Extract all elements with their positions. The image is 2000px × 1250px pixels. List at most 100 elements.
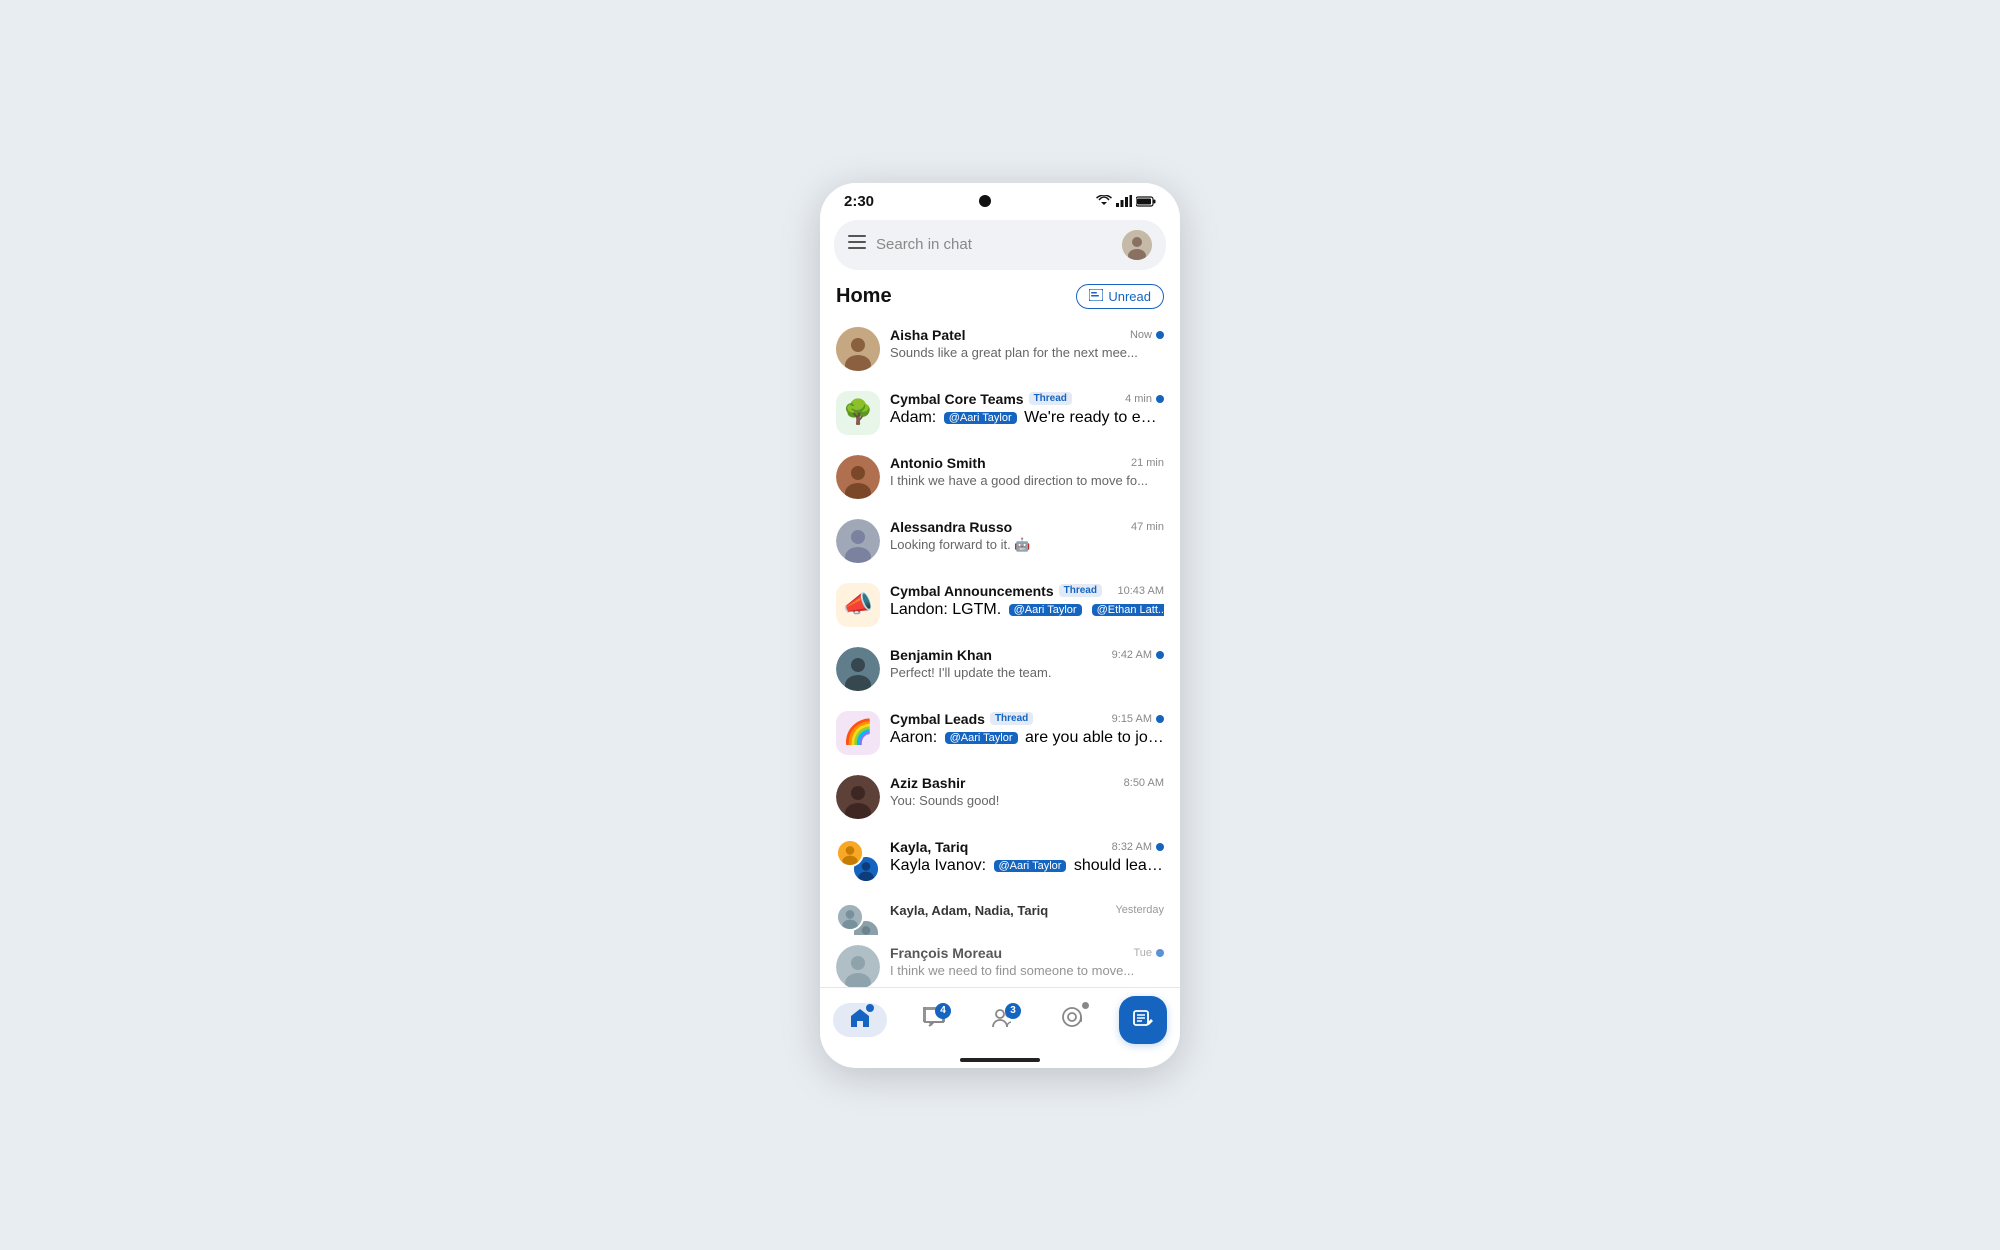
mention-badge (1082, 1002, 1089, 1009)
chat-time: 9:15 AM (1112, 713, 1164, 725)
preview-suffix: are you able to join... (1021, 729, 1164, 747)
chat-item-cymbal-leads[interactable]: 🌈 Cymbal Leads Thread 9:15 AM Aaron: @Aa… (820, 701, 1180, 765)
chat-content-aisha-patel: Aisha Patel Now Sounds like a great plan… (890, 327, 1164, 360)
time-label: 8:32 AM (1112, 841, 1152, 853)
chat-name: Cymbal Leads Thread (890, 711, 1033, 727)
chat-preview: Sounds like a great plan for the next me… (890, 345, 1164, 360)
chat-name: Alessandra Russo (890, 519, 1012, 535)
home-nav-icon (849, 1007, 871, 1033)
chat-name: Cymbal Announcements Thread (890, 583, 1102, 599)
user-avatar[interactable] (1122, 230, 1152, 260)
time-label: 4 min (1125, 393, 1152, 405)
preview-prefix: Adam: (890, 409, 941, 427)
unread-icon (1089, 289, 1103, 304)
chat-preview: Landon: LGTM. @Aari Taylor @Ethan Latt..… (890, 601, 1164, 619)
home-title: Home (836, 285, 892, 308)
chat-time: Now (1130, 329, 1164, 341)
signal-icon (1116, 195, 1132, 207)
preview-prefix: Aaron: (890, 729, 942, 747)
home-header: Home Unread (820, 278, 1180, 317)
hamburger-icon[interactable] (848, 235, 866, 254)
chat-content-cymbal-leads: Cymbal Leads Thread 9:15 AM Aaron: @Aari… (890, 711, 1164, 747)
chat-content-alessandra-russo: Alessandra Russo 47 min Looking forward … (890, 519, 1164, 553)
compose-fab[interactable] (1119, 996, 1167, 1044)
chat-item-aisha-patel[interactable]: Aisha Patel Now Sounds like a great plan… (820, 317, 1180, 381)
chat-badge: 4 (935, 1003, 951, 1019)
chat-preview: Kayla Ivanov: @Aari Taylor should lead..… (890, 857, 1164, 875)
unread-dot (1156, 715, 1164, 723)
chat-item-cymbal-core[interactable]: 🌳 Cymbal Core Teams Thread 4 min Adam: @… (820, 381, 1180, 445)
time-label: 8:50 AM (1124, 777, 1164, 789)
avatar-cymbal-leads: 🌈 (836, 711, 880, 755)
time-label: 9:42 AM (1112, 649, 1152, 661)
chat-nav-icon: 4 (923, 1007, 945, 1033)
unread-dot (1156, 651, 1164, 659)
nav-item-chat[interactable]: 4 (913, 1003, 955, 1037)
chat-content-kayla-tariq: Kayla, Tariq 8:32 AM Kayla Ivanov: @Aari… (890, 839, 1164, 875)
chat-time: 21 min (1131, 457, 1164, 469)
chat-content-cymbal-announcements: Cymbal Announcements Thread 10:43 AM Lan… (890, 583, 1164, 619)
chat-time: 47 min (1131, 521, 1164, 533)
chat-time: 9:42 AM (1112, 649, 1164, 661)
status-bar: 2:30 (820, 183, 1180, 216)
nav-item-mention[interactable] (1051, 1002, 1093, 1038)
chat-preview: I think we have a good direction to move… (890, 473, 1164, 488)
chat-time: 10:43 AM (1118, 585, 1164, 597)
chat-item-benjamin-khan[interactable]: Benjamin Khan 9:42 AM Perfect! I'll upda… (820, 637, 1180, 701)
avatar-alessandra-russo (836, 519, 880, 563)
chat-item-kayla-tariq[interactable]: Kayla, Tariq 8:32 AM Kayla Ivanov: @Aari… (820, 829, 1180, 893)
chat-content-benjamin-khan: Benjamin Khan 9:42 AM Perfect! I'll upda… (890, 647, 1164, 680)
battery-icon (1136, 196, 1156, 207)
mention-tag: @Aari Taylor (944, 412, 1017, 424)
nav-item-people[interactable]: 3 (981, 1003, 1025, 1037)
chat-preview: Perfect! I'll update the team. (890, 665, 1164, 680)
preview-prefix: Kayla Ivanov: (890, 857, 991, 875)
home-indicator (960, 1058, 1040, 1062)
avatar-aisha-patel (836, 327, 880, 371)
chat-content-group-partial: Kayla, Adam, Nadia, Tariq Yesterday (890, 903, 1164, 920)
chat-preview: Looking forward to it. 🤖 (890, 537, 1164, 553)
thread-badge: Thread (1029, 392, 1072, 405)
time-label: Yesterday (1115, 904, 1164, 916)
thread-badge: Thread (1059, 584, 1102, 597)
chat-name: Cymbal Core Teams Thread (890, 391, 1072, 407)
chat-time: 8:32 AM (1112, 841, 1164, 853)
chat-list: Aisha Patel Now Sounds like a great plan… (820, 317, 1180, 987)
time-label: 21 min (1131, 457, 1164, 469)
unread-button[interactable]: Unread (1076, 284, 1164, 309)
chat-item-aziz-bashir[interactable]: Aziz Bashir 8:50 AM You: Sounds good! (820, 765, 1180, 829)
search-bar[interactable]: Search in chat (834, 220, 1166, 270)
chat-item-antonio-smith[interactable]: Antonio Smith 21 min I think we have a g… (820, 445, 1180, 509)
mention-tag2: @Ethan Latt... (1092, 604, 1164, 616)
chat-item-group-partial[interactable]: Kayla, Adam, Nadia, Tariq Yesterday (820, 893, 1180, 935)
mention-tag: @Aari Taylor (945, 732, 1018, 744)
chat-preview: I think we need to find someone to move.… (890, 963, 1164, 978)
chat-content-aziz-bashir: Aziz Bashir 8:50 AM You: Sounds good! (890, 775, 1164, 808)
avatar-group-partial (836, 903, 880, 935)
status-icons (1096, 195, 1156, 207)
status-time: 2:30 (844, 193, 874, 210)
phone-frame: 2:30 (820, 183, 1180, 1068)
time-label: Tue (1133, 947, 1152, 959)
chat-item-cymbal-announcements[interactable]: 📣 Cymbal Announcements Thread 10:43 AM L… (820, 573, 1180, 637)
chat-name: Aziz Bashir (890, 775, 965, 791)
avatar-kayla-tariq (836, 839, 880, 883)
mention-nav-icon (1061, 1006, 1083, 1034)
avatar-benjamin-khan (836, 647, 880, 691)
preview-prefix: Landon: LGTM. (890, 601, 1006, 619)
unread-label: Unread (1108, 289, 1151, 304)
chat-content-antonio-smith: Antonio Smith 21 min I think we have a g… (890, 455, 1164, 488)
nav-item-home[interactable] (833, 1003, 887, 1037)
thread-badge: Thread (990, 712, 1033, 725)
camera-notch (979, 195, 991, 207)
chat-time: 8:50 AM (1124, 777, 1164, 789)
time-label: 10:43 AM (1118, 585, 1164, 597)
avatar-antonio-smith (836, 455, 880, 499)
chat-item-alessandra-russo[interactable]: Alessandra Russo 47 min Looking forward … (820, 509, 1180, 573)
mention-tag: @Aari Taylor (994, 860, 1067, 872)
search-placeholder[interactable]: Search in chat (876, 236, 1112, 253)
chat-item-francois-moreau[interactable]: François Moreau Tue I think we need to f… (820, 935, 1180, 987)
time-label: 47 min (1131, 521, 1164, 533)
preview-text: I think we have a good direction to move… (890, 473, 1148, 488)
bottom-nav: 4 3 (820, 987, 1180, 1054)
